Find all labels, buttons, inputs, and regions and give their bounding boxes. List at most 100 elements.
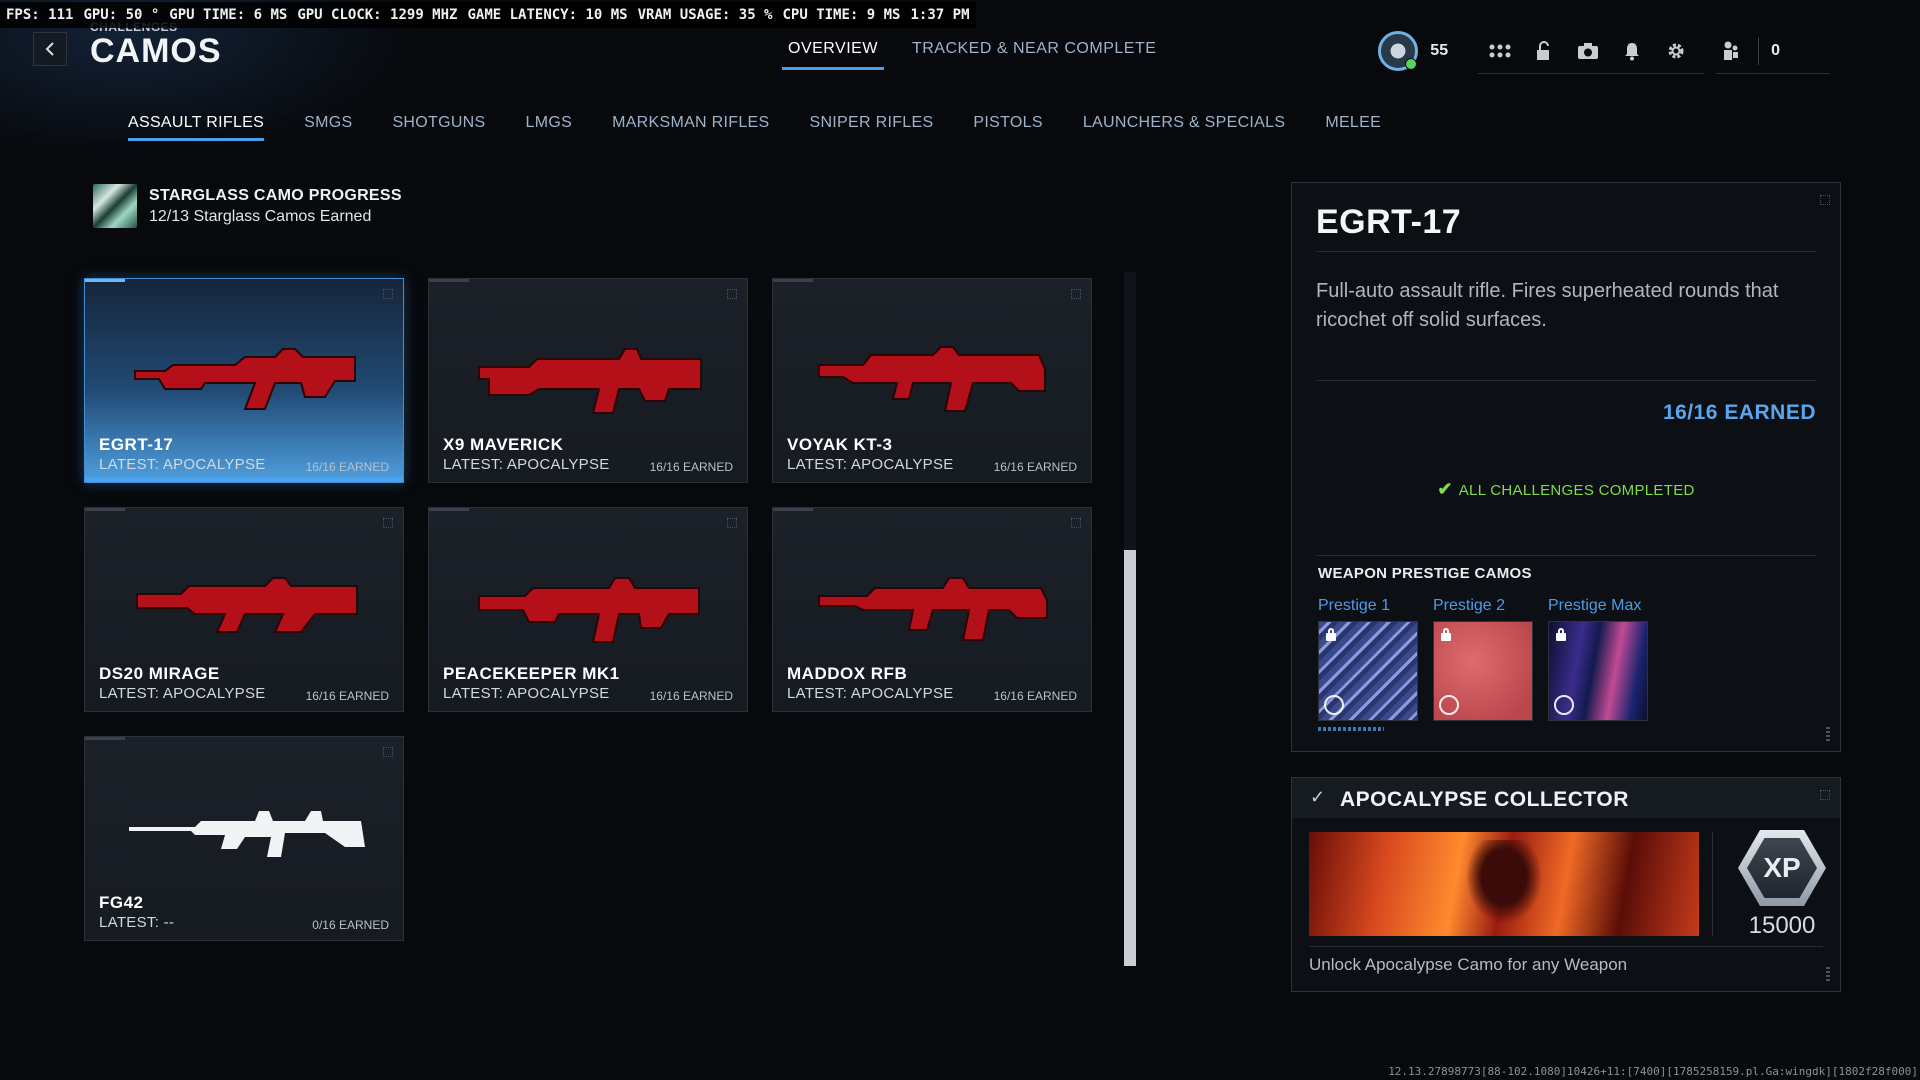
prestige-camo-1[interactable]: Prestige 1 <box>1318 597 1418 721</box>
card-corner-marker <box>1071 289 1081 299</box>
weapon-earned-count: 16/16 EARNED <box>649 689 733 703</box>
tab-tracked-near-complete[interactable]: TRACKED & NEAR COMPLETE <box>912 40 1156 66</box>
challenges-complete-status: ✔ ALL CHALLENGES COMPLETED <box>1292 479 1840 500</box>
card-corner-marker <box>383 518 393 528</box>
reward-artwork <box>1309 832 1699 936</box>
divider <box>1758 36 1760 65</box>
tab-shotguns[interactable]: SHOTGUNS <box>372 114 505 132</box>
weapon-card-egrt-17[interactable]: EGRT-17 LATEST: APOCALYPSE 16/16 EARNED <box>84 278 404 483</box>
latency-readout: GAME LATENCY: 10 MS <box>467 7 628 23</box>
back-button[interactable] <box>33 32 67 66</box>
gpu-time-readout: GPU TIME: 6 MS <box>169 7 288 23</box>
card-corner-marker <box>727 289 737 299</box>
weapon-card-maddox-rfb[interactable]: MADDOX RFB LATEST: APOCALYPSE 16/16 EARN… <box>772 507 1092 712</box>
scrollbar-thumb[interactable] <box>1124 550 1136 966</box>
weapon-latest-camo: LATEST: APOCALYPSE <box>787 685 954 702</box>
build-id-text: 12.13.27898773[88-102.1080]10426+11:[740… <box>1388 1065 1918 1078</box>
xp-amount: 15000 <box>1748 912 1816 939</box>
player-level-emblem[interactable] <box>1378 31 1419 71</box>
divider <box>1316 555 1816 556</box>
weapon-image <box>818 577 1048 641</box>
reward-header: ✓ APOCALYPSE COLLECTOR <box>1292 778 1840 818</box>
card-corner-marker <box>383 289 393 299</box>
grid-menu-icon[interactable] <box>1478 31 1522 71</box>
weapon-grid-scrollbar[interactable] <box>1124 272 1136 966</box>
prestige-camo-max[interactable]: Prestige Max <box>1548 597 1648 721</box>
selection-indicator <box>85 478 403 482</box>
tab-marksman-rifles[interactable]: MARKSMAN RIFLES <box>592 114 789 132</box>
divider <box>1309 946 1823 947</box>
card-corner-marker <box>727 518 737 528</box>
progress-title: STARGLASS CAMO PROGRESS <box>149 186 402 204</box>
prestige-camo-swatch <box>1318 621 1418 721</box>
weapon-earned-count: 16/16 EARNED <box>993 689 1077 703</box>
tab-assault-rifles[interactable]: ASSAULT RIFLES <box>128 114 284 141</box>
card-progress-line <box>429 279 469 282</box>
divider <box>1316 380 1816 381</box>
weapon-earned-count: 16/16 EARNED <box>993 460 1077 474</box>
details-description: Full-auto assault rifle. Fires superheat… <box>1316 280 1779 331</box>
weapon-latest-camo: LATEST: APOCALYPSE <box>787 456 954 473</box>
lock-icon <box>1439 627 1453 641</box>
prestige-label: Prestige 1 <box>1318 597 1391 614</box>
unlock-icon[interactable] <box>1522 31 1566 71</box>
friends-group[interactable]: 0 <box>1716 28 1830 74</box>
xp-badge-icon: XP <box>1738 830 1826 906</box>
prestige-camo-swatch <box>1548 621 1648 721</box>
weapon-card-peacekeeper-mk1[interactable]: PEACEKEEPER MK1 LATEST: APOCALYPSE 16/16… <box>428 507 748 712</box>
tab-launchers-specials[interactable]: LAUNCHERS & SPECIALS <box>1063 114 1306 132</box>
bell-icon[interactable] <box>1610 31 1654 71</box>
weapon-card-fg42[interactable]: FG42 LATEST: -- 0/16 EARNED <box>84 736 404 941</box>
reward-panel: ✓ APOCALYPSE COLLECTOR XP 15000 Unlock A… <box>1291 777 1841 992</box>
divider <box>1712 832 1713 936</box>
details-earned-count: 16/16 EARNED <box>1662 401 1816 424</box>
tab-sniper-rifles[interactable]: SNIPER RIFLES <box>789 114 953 132</box>
weapon-name: PEACEKEEPER MK1 <box>443 664 620 683</box>
tab-lmgs[interactable]: LMGS <box>506 114 593 132</box>
xp-label: XP <box>1747 838 1817 898</box>
gpu-clock-readout: GPU CLOCK: 1299 MHZ <box>297 7 458 23</box>
weapon-earned-count: 0/16 EARNED <box>312 918 389 932</box>
panel-resize-grip <box>1826 727 1830 743</box>
clock-readout: 1:37 PM <box>910 7 970 23</box>
friends-icon <box>1716 31 1746 71</box>
weapon-name: MADDOX RFB <box>787 664 908 683</box>
cpu-time-readout: CPU TIME: 9 MS <box>782 7 901 23</box>
reward-title: APOCALYPSE COLLECTOR <box>1340 788 1629 811</box>
tab-overview[interactable]: OVERVIEW <box>782 40 884 70</box>
weapon-latest-camo: LATEST: APOCALYPSE <box>443 685 610 702</box>
tab-melee[interactable]: MELEE <box>1305 114 1401 132</box>
divider <box>1316 251 1816 252</box>
weapon-card-x9-maverick[interactable]: X9 MAVERICK LATEST: APOCALYPSE 16/16 EAR… <box>428 278 748 483</box>
reward-description: Unlock Apocalypse Camo for any Weapon <box>1309 955 1628 974</box>
card-progress-line <box>85 279 125 282</box>
weapon-image <box>478 348 702 414</box>
tab-pistols[interactable]: PISTOLS <box>953 114 1062 132</box>
weapon-name: DS20 MIRAGE <box>99 664 220 683</box>
progress-subtitle: 12/13 Starglass Camos Earned <box>149 207 372 225</box>
weapon-earned-count: 16/16 EARNED <box>305 689 389 703</box>
checkmark-icon: ✓ <box>1310 787 1326 807</box>
weapon-name: X9 MAVERICK <box>443 435 564 454</box>
fps-readout: FPS: 111 <box>6 7 74 23</box>
camera-icon[interactable] <box>1566 31 1610 71</box>
card-progress-line <box>85 508 125 511</box>
top-tabs: OVERVIEW TRACKED & NEAR COMPLETE <box>782 40 1156 70</box>
player-level: 55 <box>1430 42 1449 59</box>
card-progress-line <box>773 279 813 282</box>
header-icon-group <box>1478 28 1705 74</box>
weapon-card-voyak-kt-3[interactable]: VOYAK KT-3 LATEST: APOCALYPSE 16/16 EARN… <box>772 278 1092 483</box>
tab-smgs[interactable]: SMGS <box>284 114 372 132</box>
weapon-image <box>134 348 356 410</box>
weapon-card-ds20-mirage[interactable]: DS20 MIRAGE LATEST: APOCALYPSE 16/16 EAR… <box>84 507 404 712</box>
gear-icon[interactable] <box>1654 31 1698 71</box>
weapon-latest-camo: LATEST: -- <box>99 914 175 931</box>
starglass-camo-icon <box>93 184 137 228</box>
card-progress-line <box>773 508 813 511</box>
prestige-camo-swatch <box>1433 621 1533 721</box>
weapon-name: EGRT-17 <box>99 435 174 454</box>
prestige-label: Prestige 2 <box>1433 597 1506 614</box>
weapon-details-panel: EGRT-17 Full-auto assault rifle. Fires s… <box>1291 182 1841 752</box>
prestige-camo-2[interactable]: Prestige 2 <box>1433 597 1533 721</box>
chevron-left-icon <box>45 42 54 56</box>
